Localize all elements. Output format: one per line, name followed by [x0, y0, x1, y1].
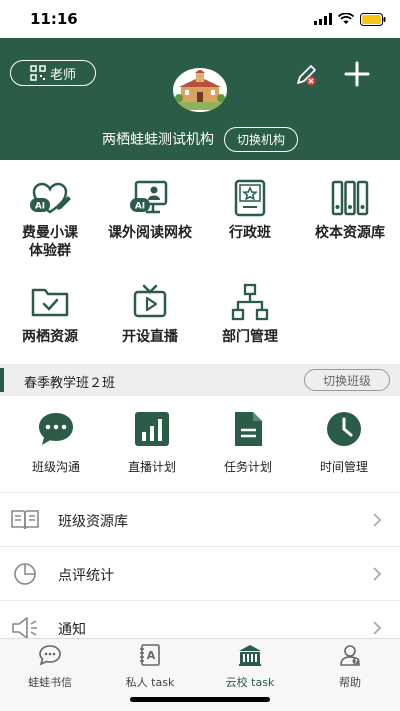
class-function-label: 直播计划 [127, 460, 176, 474]
org-chart-icon [231, 283, 269, 321]
feature-department-management[interactable]: 部门管理 [200, 282, 300, 346]
list-item-label: 班级资源库 [58, 514, 128, 530]
notebook-icon: A [140, 644, 160, 666]
edit-icon[interactable] [293, 62, 319, 88]
feature-amphibian-resource[interactable]: 两栖资源 [0, 282, 100, 346]
tab-wawa-letters[interactable]: 蛙蛙书信 [0, 643, 100, 690]
chevron-right-icon [373, 621, 382, 635]
feature-label: 费曼小课 体验群 [22, 225, 78, 259]
chat-bubble-icon [39, 413, 73, 445]
tab-label: 帮助 [339, 676, 361, 689]
home-indicator[interactable] [130, 697, 270, 702]
feature-label: 校本资源库 [315, 225, 385, 241]
teacher-role-button[interactable]: 老师 [10, 60, 96, 86]
svg-text:?: ? [354, 659, 358, 666]
class-function-label: 时间管理 [319, 460, 368, 474]
tab-private-task[interactable]: A 私人 task [100, 643, 200, 690]
svg-text:AI: AI [35, 202, 45, 212]
status-bar: 11:16 [0, 0, 400, 38]
signal-icon [314, 13, 332, 25]
feature-label: 两栖资源 [22, 329, 78, 345]
pie-chart-icon [14, 563, 36, 585]
menu-list: 班级资源库 点评统计 通知 [0, 492, 400, 638]
list-item-label: 通知 [58, 622, 86, 638]
feature-label: 行政班 [229, 225, 271, 241]
class-name: 春季教学班２班 [24, 376, 116, 391]
status-icons [314, 11, 386, 27]
header: 老师 两栖蛙蛙测试机构 切换机构 [0, 38, 400, 160]
feature-label: 开设直播 [122, 329, 178, 345]
time-management[interactable]: 时间管理 [294, 410, 394, 475]
svg-text:AI: AI [135, 202, 145, 212]
class-bar-accent [0, 368, 4, 392]
feature-admin-class[interactable]: 行政班 [200, 178, 300, 242]
class-bar: 春季教学班２班 切换班级 [0, 364, 400, 396]
bar-chart-icon [135, 412, 169, 446]
status-time: 11:16 [30, 10, 78, 28]
live-plan[interactable]: 直播计划 [102, 410, 202, 475]
tab-label: 私人 task [125, 676, 175, 689]
tab-label: 云校 task [225, 676, 275, 689]
ai-monitor-icon: AI [130, 180, 168, 214]
feature-start-live[interactable]: 开设直播 [100, 282, 200, 346]
document-icon [235, 412, 262, 446]
switch-org-button[interactable]: 切换机构 [223, 126, 298, 152]
org-logo[interactable] [173, 68, 227, 112]
chat-icon [39, 645, 61, 666]
folder-check-icon [31, 288, 69, 317]
feature-label: 课外阅读网校 [108, 225, 192, 241]
feature-school-resource[interactable]: 校本资源库 [300, 178, 400, 242]
teacher-label: 老师 [49, 67, 76, 83]
feature-feynman-class[interactable]: AI 费曼小课 体验群 [0, 178, 100, 260]
feature-label: 部门管理 [222, 329, 278, 345]
feature-reading-school[interactable]: AI 课外阅读网校 [100, 178, 200, 242]
feature-grid: AI 费曼小课 体验群 AI 课外阅读网校 行政班 校本资源库 两栖资源 开设直… [0, 160, 400, 364]
svg-text:A: A [147, 649, 156, 662]
school-icon [239, 645, 261, 666]
ai-heart-icon: AI [30, 182, 71, 214]
task-plan[interactable]: 任务计划 [198, 410, 298, 475]
battery-icon [360, 12, 386, 26]
chevron-right-icon [373, 513, 382, 527]
tab-cloud-school-task[interactable]: 云校 task [200, 643, 300, 690]
certificate-icon [234, 179, 266, 217]
switch-class-button[interactable]: 切换班级 [304, 369, 390, 391]
wifi-icon [338, 13, 354, 24]
class-function-label: 班级沟通 [31, 460, 80, 474]
qr-icon [30, 65, 46, 81]
tab-label: 蛙蛙书信 [28, 676, 72, 689]
clock-icon [327, 412, 361, 446]
class-function-label: 任务计划 [223, 460, 272, 474]
school-building-icon [175, 70, 225, 110]
org-row: 两栖蛙蛙测试机构 切换机构 [0, 126, 400, 152]
class-communication[interactable]: 班级沟通 [6, 410, 106, 475]
list-item-label: 点评统计 [58, 568, 114, 584]
tab-help[interactable]: ? 帮助 [300, 643, 400, 690]
list-item-review-stats[interactable]: 点评统计 [0, 547, 400, 601]
speaker-icon [12, 617, 37, 638]
book-open-icon [11, 510, 39, 530]
org-name: 两栖蛙蛙测试机构 [101, 132, 214, 148]
binders-icon [331, 180, 369, 216]
chevron-right-icon [373, 567, 382, 581]
list-item-notice[interactable]: 通知 [0, 601, 400, 638]
add-icon[interactable] [343, 60, 371, 88]
tv-play-icon [133, 284, 167, 318]
list-item-class-resources[interactable]: 班级资源库 [0, 493, 400, 547]
help-user-icon: ? [340, 645, 360, 666]
